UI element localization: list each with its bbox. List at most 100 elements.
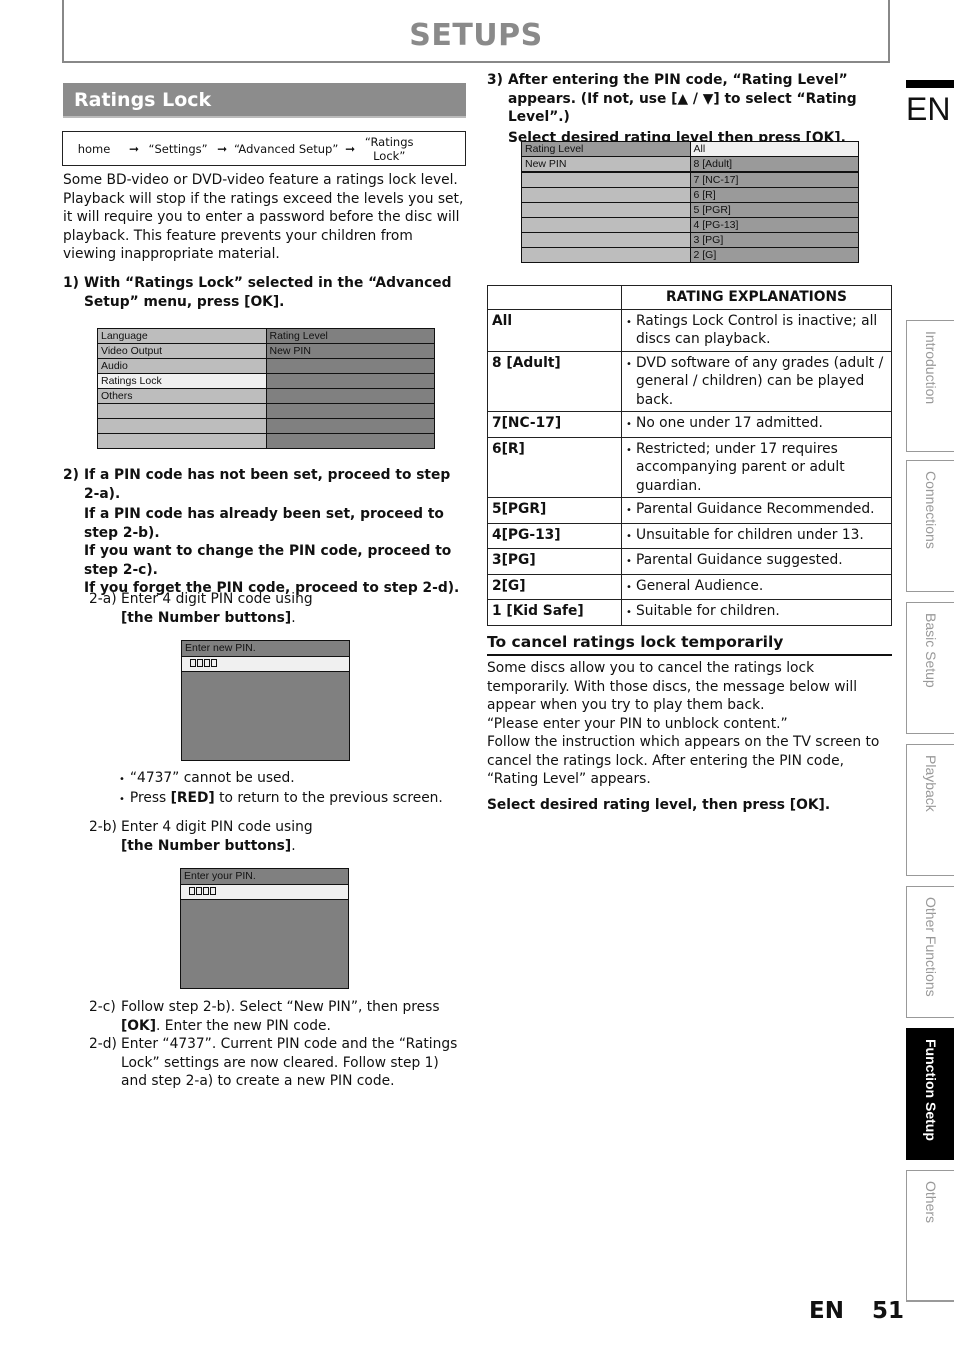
- ok-button-label: [OK]: [121, 1017, 157, 1034]
- menu-item-right[interactable]: [265, 358, 435, 374]
- menu-item-right[interactable]: All: [689, 141, 859, 157]
- sub-step-label: 2-d): [89, 1036, 117, 1052]
- intro-paragraph: Some BD-video or DVD-video feature a rat…: [63, 172, 464, 262]
- menu-row: New PIN 8 [Adult]: [521, 156, 859, 173]
- rating-description: Suitable for children.: [636, 603, 780, 619]
- menu-item-left[interactable]: [521, 232, 691, 248]
- menu-row: 4 [PG-13]: [521, 217, 859, 233]
- rating-description-cell: • Parental Guidance Recommended.: [621, 497, 892, 524]
- rating-description-cell: • DVD software of any grades (adult / gen…: [621, 350, 892, 412]
- step-2d: 2-d) Enter “4737”. Current PIN code and …: [89, 1035, 467, 1091]
- menu-row: 6 [R]: [521, 187, 859, 203]
- note-text: “4737” cannot be used.: [129, 770, 295, 786]
- breadcrumb-item: “Advanced Setup”: [233, 141, 339, 156]
- tab-introduction[interactable]: Introduction: [906, 320, 954, 452]
- menu-row: Audio: [97, 358, 435, 374]
- rating-description: Unsuitable for children under 13.: [636, 526, 864, 543]
- page-header: SETUPS: [62, 0, 890, 63]
- tab-divider: [906, 1300, 954, 1301]
- tab-others[interactable]: Others: [906, 1170, 954, 1302]
- punct: .: [291, 609, 296, 626]
- menu-item-right[interactable]: 2 [G]: [689, 247, 859, 263]
- menu-item-right[interactable]: [265, 418, 435, 434]
- menu-item-left[interactable]: Ratings Lock: [97, 373, 267, 389]
- menu-item-right[interactable]: 6 [R]: [689, 187, 859, 203]
- tab-connections[interactable]: Connections: [906, 460, 954, 592]
- menu-item-left[interactable]: [521, 217, 691, 233]
- breadcrumb-item: home: [77, 141, 111, 156]
- header-empty: [487, 285, 622, 310]
- step-1: 1) With “Ratings Lock” selected in the “…: [63, 274, 463, 311]
- menu-item-left[interactable]: [521, 247, 691, 263]
- menu-item-left[interactable]: Others: [97, 388, 267, 404]
- rating-description-cell: • Unsuitable for children under 13.: [621, 522, 892, 549]
- rating-description: Ratings Lock Control is inactive; all di…: [636, 312, 878, 348]
- sub-step-label: 2-b): [89, 819, 117, 835]
- menu-item-left[interactable]: New PIN: [521, 156, 691, 173]
- bullet-icon: •: [119, 774, 125, 785]
- menu-row: Others: [97, 388, 435, 404]
- menu-item-right[interactable]: New PIN: [265, 343, 435, 359]
- menu-item-right[interactable]: 8 [Adult]: [689, 156, 859, 173]
- cancel-instruction: Select desired rating level, then press …: [487, 796, 831, 813]
- menu-item-right[interactable]: 4 [PG-13]: [689, 217, 859, 233]
- bullet-icon: •: [626, 358, 632, 370]
- language-marker-bar: [906, 80, 954, 88]
- menu-item-left[interactable]: Language: [97, 328, 267, 344]
- step-line: If a PIN code has already been set, proc…: [84, 506, 444, 541]
- menu-item-right[interactable]: [265, 433, 435, 449]
- notes-list: • “4737” cannot be used. • Press [RED] to …: [119, 769, 469, 809]
- note-text: Press: [129, 790, 171, 806]
- tab-other-functions[interactable]: Other Functions: [906, 886, 954, 1018]
- menu-row: [97, 433, 435, 449]
- pin-input[interactable]: [181, 885, 348, 900]
- note-item: • Press [RED] to return to the previous s…: [119, 789, 469, 809]
- cancel-paragraph: Follow the instruction which appears on …: [487, 734, 880, 787]
- tab-function-setup[interactable]: Function Setup: [906, 1028, 954, 1160]
- step-line: If a PIN code has not been set, proceed …: [84, 467, 451, 502]
- menu-row: Ratings Lock: [97, 373, 435, 389]
- footer-language: EN: [809, 1298, 844, 1324]
- menu-item-left[interactable]: [97, 403, 267, 419]
- rating-description-cell: • Restricted; under 17 requires accompany…: [621, 436, 892, 498]
- note-item: • “4737” cannot be used.: [119, 769, 469, 789]
- rating-level: 3[PG]: [487, 548, 622, 575]
- rating-description-cell: • No one under 17 admitted.: [621, 411, 892, 438]
- tab-playback[interactable]: Playback: [906, 744, 954, 876]
- rating-level: All: [487, 308, 622, 352]
- menu-item-left[interactable]: Video Output: [97, 343, 267, 359]
- menu-item-left[interactable]: [521, 171, 691, 188]
- pin-input[interactable]: [182, 657, 349, 672]
- menu-item-left[interactable]: [97, 433, 267, 449]
- tab-label: Connections: [922, 471, 939, 549]
- step-3: 3) After entering the PIN code, “Rating …: [487, 71, 892, 147]
- menu-row: Rating Level All: [521, 141, 859, 157]
- cancel-section: To cancel ratings lock temporarily Some …: [487, 633, 892, 814]
- tab-label: Others: [922, 1181, 939, 1224]
- menu-item-left[interactable]: Audio: [97, 358, 267, 374]
- menu-row: 5 [PGR]: [521, 202, 859, 218]
- menu-item-left[interactable]: [97, 418, 267, 434]
- menu-item-right[interactable]: [265, 403, 435, 419]
- menu-item-right[interactable]: 3 [PG]: [689, 232, 859, 248]
- menu-item-right[interactable]: Rating Level: [265, 328, 435, 344]
- tab-basic-setup[interactable]: Basic Setup: [906, 602, 954, 734]
- step-number: 3): [487, 72, 503, 88]
- menu-item-right[interactable]: 5 [PGR]: [689, 202, 859, 218]
- menu-item-left[interactable]: [521, 202, 691, 218]
- menu-item-right[interactable]: [265, 373, 435, 389]
- step-2a: 2-a) Enter 4 digit PIN code using [the Nu…: [89, 590, 459, 627]
- rating-description-cell: • General Audience.: [621, 573, 892, 600]
- menu-item-right[interactable]: [265, 388, 435, 404]
- menu-row: [97, 418, 435, 434]
- rating-level: 7[NC-17]: [487, 411, 622, 438]
- note-text: to return to the previous screen.: [214, 790, 443, 806]
- menu-item-right[interactable]: 7 [NC-17]: [689, 171, 859, 188]
- step-2: 2) If a PIN code has not been set, proce…: [63, 466, 463, 598]
- bullet-icon: •: [626, 530, 632, 542]
- menu-item-left[interactable]: Rating Level: [521, 141, 691, 157]
- rating-level: 2[G]: [487, 573, 622, 600]
- breadcrumb-item: “Settings”: [148, 141, 208, 156]
- menu-item-left[interactable]: [521, 187, 691, 203]
- tab-label: Other Functions: [922, 897, 939, 997]
